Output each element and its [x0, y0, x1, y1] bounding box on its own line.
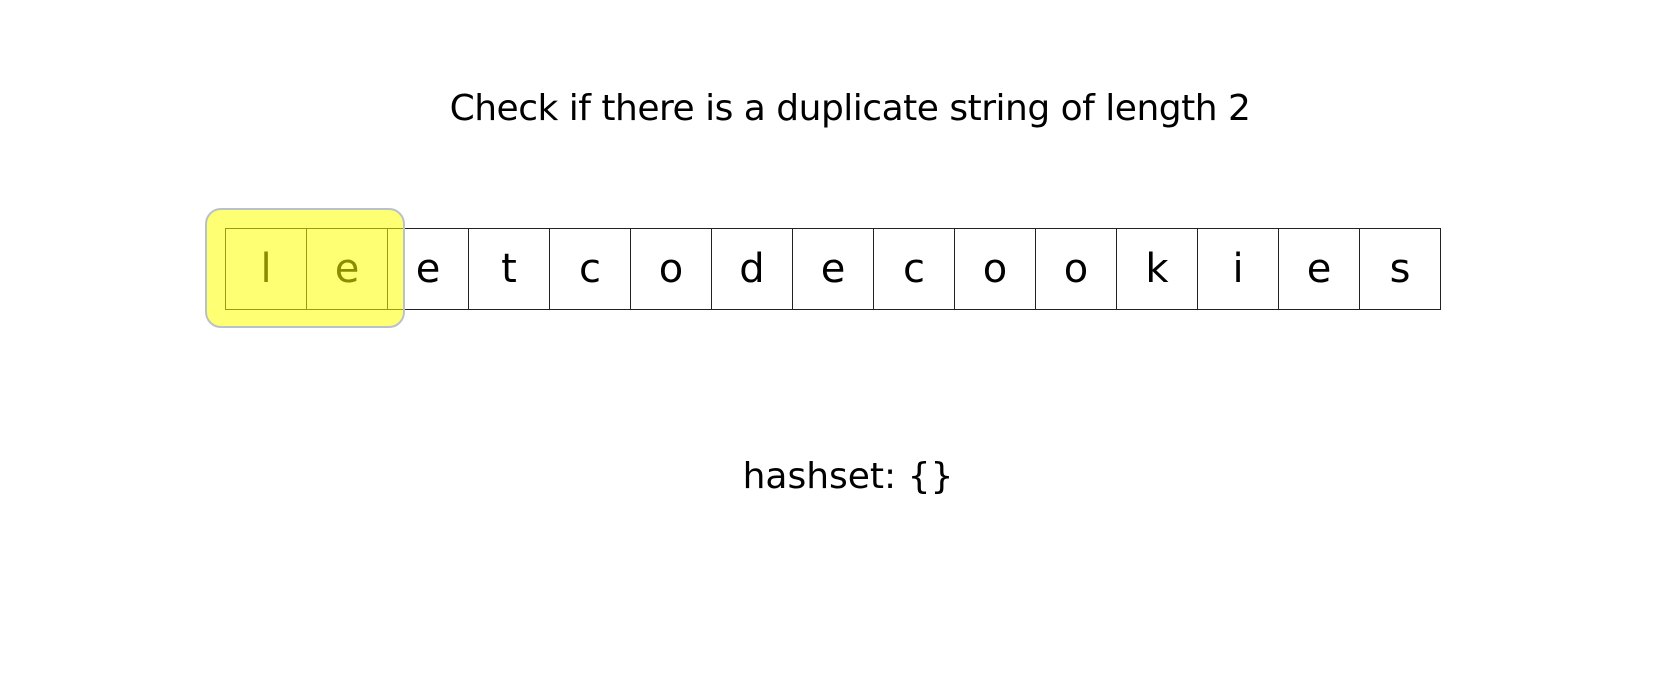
char-cell: e	[792, 228, 874, 310]
char-cell: e	[387, 228, 469, 310]
char-cell: e	[1278, 228, 1360, 310]
char-cell: s	[1359, 228, 1441, 310]
char-cell: l	[225, 228, 307, 310]
char-cell: o	[630, 228, 712, 310]
char-cell: o	[954, 228, 1036, 310]
char-cell: k	[1116, 228, 1198, 310]
char-cell: c	[549, 228, 631, 310]
char-cell: i	[1197, 228, 1279, 310]
char-cell: e	[306, 228, 388, 310]
char-cell: c	[873, 228, 955, 310]
char-cell: t	[468, 228, 550, 310]
character-strip: leetcodecookies	[225, 228, 1441, 310]
char-cell: d	[711, 228, 793, 310]
hashset-label: hashset: {}	[742, 456, 954, 497]
diagram-title: Check if there is a duplicate string of …	[449, 88, 1251, 129]
char-cell: o	[1035, 228, 1117, 310]
